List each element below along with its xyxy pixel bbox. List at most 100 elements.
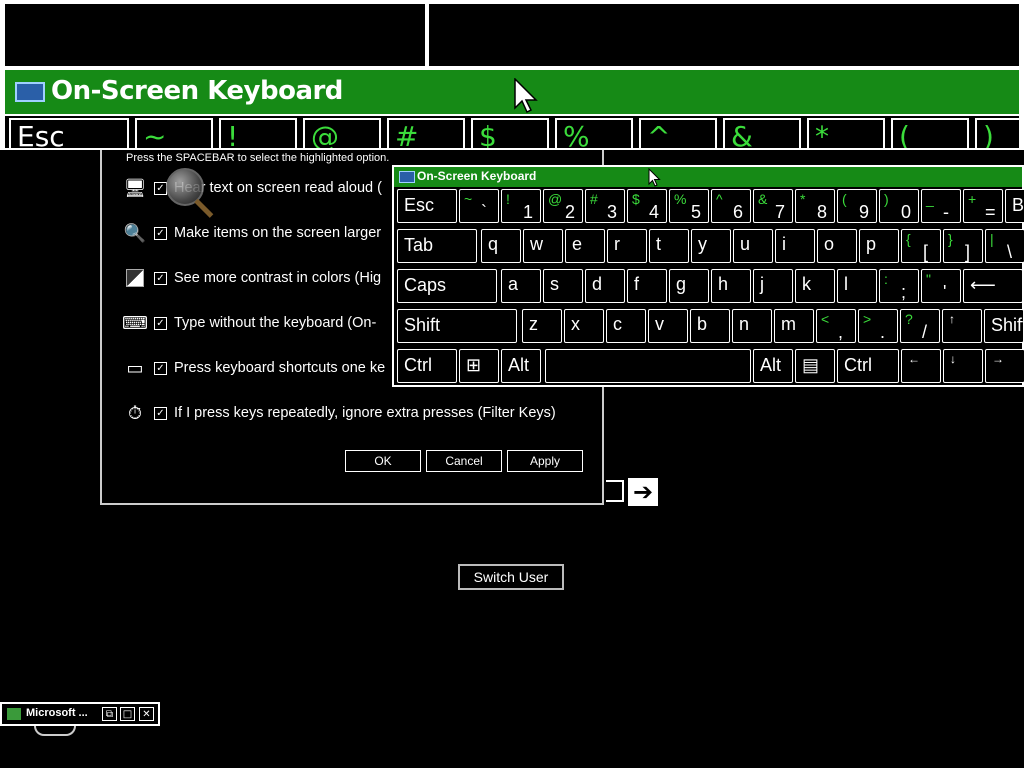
osk-key[interactable]: u (733, 229, 773, 263)
option-magnifier[interactable]: 🔍 ✓ Make items on the screen larger (122, 219, 381, 247)
narrator-icon: 🖥 (123, 177, 147, 199)
option-sticky-keys[interactable]: ▭ ✓ Press keyboard shortcuts one ke (122, 354, 385, 382)
password-field-edge[interactable] (606, 480, 624, 502)
osk-key[interactable]: r (607, 229, 647, 263)
osk-key[interactable]: % 5 (669, 189, 709, 223)
osk-key[interactable]: → (985, 349, 1024, 383)
osk-key[interactable]: j (753, 269, 793, 303)
mouse-pointer-icon (648, 168, 661, 187)
osk-key[interactable]: {[ (901, 229, 941, 263)
osk-key[interactable]: v (648, 309, 688, 343)
osk-key[interactable]: p (859, 229, 899, 263)
contrast-checkbox[interactable]: ✓ (154, 271, 167, 285)
osk-key[interactable]: ⊞ (459, 349, 499, 383)
key-label: - (943, 202, 949, 222)
osk-key[interactable]: * 8 (795, 189, 835, 223)
osk-key[interactable]: d (585, 269, 625, 303)
osk-key[interactable]: Esc (397, 189, 457, 223)
osk-key[interactable]: z (522, 309, 562, 343)
key-label: ⊞ (466, 355, 482, 375)
osk-key[interactable]: s (543, 269, 583, 303)
key-label: 2 (565, 202, 576, 222)
osk-key[interactable]: & 7 (753, 189, 793, 223)
cancel-button[interactable]: Cancel (426, 450, 502, 472)
osk-key[interactable]: e (565, 229, 605, 263)
osk-key[interactable]: Bk (1005, 189, 1024, 223)
osk-key[interactable]: + = (963, 189, 1003, 223)
osk-key[interactable]: x (564, 309, 604, 343)
osk-key[interactable]: ~ ` (459, 189, 499, 223)
osk-key[interactable]: m (774, 309, 814, 343)
restore-button[interactable]: ⧉ (102, 707, 117, 721)
osk-key[interactable]: n (732, 309, 772, 343)
osk-key[interactable]: ^ 6 (711, 189, 751, 223)
osk-key[interactable]: i (775, 229, 815, 263)
minimized-window[interactable]: Microsoft ... ⧉ □ ✕ (0, 702, 160, 726)
close-button[interactable]: ✕ (139, 707, 154, 721)
osk-key[interactable]: @2 (543, 189, 583, 223)
osk-key[interactable]: _ - (921, 189, 961, 223)
maximize-button[interactable]: □ (120, 707, 135, 721)
osk-key[interactable]: ! 1 (501, 189, 541, 223)
osk-key[interactable]: (9 (837, 189, 877, 223)
osk-key[interactable] (545, 349, 751, 383)
osk-titlebar[interactable]: On-Screen Keyboard (394, 167, 1022, 187)
option-high-contrast[interactable]: ✓ See more contrast in colors (Hig (122, 264, 381, 292)
osk-key[interactable]: b (690, 309, 730, 343)
key-label: 9 (859, 202, 870, 222)
osk-key[interactable]: Ctrl (397, 349, 457, 383)
osk-key[interactable]: g (669, 269, 709, 303)
osk-key[interactable]: Shift (984, 309, 1024, 343)
osk-key[interactable]: ▤ (795, 349, 835, 383)
key-label: Shift (404, 315, 441, 335)
key-label: o (824, 234, 835, 254)
osk-key[interactable]: ↓ (943, 349, 983, 383)
osk-key[interactable]: k (795, 269, 835, 303)
osk-key[interactable]: " ' (921, 269, 961, 303)
switch-user-button[interactable]: Switch User (458, 564, 564, 590)
osk-key[interactable]: Shift (397, 309, 517, 343)
sticky-keys-checkbox[interactable]: ✓ (154, 361, 167, 375)
osk-key[interactable]: ↑ (942, 309, 982, 343)
osk-key[interactable]: y (691, 229, 731, 263)
osk-key[interactable]: o (817, 229, 857, 263)
osk-key[interactable]: f (627, 269, 667, 303)
osk-key[interactable]: Alt (501, 349, 541, 383)
magnifier-checkbox[interactable]: ✓ (154, 226, 167, 240)
osk-key[interactable]: }] (943, 229, 983, 263)
option-narrator[interactable]: 🖥 ✓ Hear text on screen read aloud ( (122, 174, 382, 202)
osk-key[interactable]: ) 0 (879, 189, 919, 223)
ok-button[interactable]: OK (345, 450, 421, 472)
osk-key[interactable]: ⟵ (963, 269, 1023, 303)
osk-key[interactable]: <, (816, 309, 856, 343)
submit-arrow-button[interactable]: ➔ (628, 478, 658, 506)
osk-checkbox[interactable]: ✓ (154, 316, 167, 330)
osk-key[interactable]: ← (901, 349, 941, 383)
user-tile-edge (34, 726, 76, 736)
key-label: Alt (508, 355, 530, 375)
osk-key[interactable]: >. (858, 309, 898, 343)
osk-key[interactable]: t (649, 229, 689, 263)
osk-key[interactable]: Tab (397, 229, 477, 263)
filter-keys-checkbox[interactable]: ✓ (154, 406, 167, 420)
osk-key[interactable]: w (523, 229, 563, 263)
option-filter-keys[interactable]: ⏱ ✓ If I press keys repeatedly, ignore e… (122, 399, 556, 427)
option-on-screen-keyboard[interactable]: ⌨ ✓ Type without the keyboard (On- (122, 309, 376, 337)
key-label: s (550, 274, 559, 294)
key-label: ; (901, 282, 907, 302)
osk-key[interactable]: Ctrl (837, 349, 899, 383)
osk-key[interactable]: | \ (985, 229, 1024, 263)
osk-key[interactable]: a (501, 269, 541, 303)
osk-key[interactable]: :; (879, 269, 919, 303)
osk-key[interactable]: q (481, 229, 521, 263)
osk-key[interactable]: ? / (900, 309, 940, 343)
osk-key[interactable]: $4 (627, 189, 667, 223)
osk-key[interactable]: l (837, 269, 877, 303)
osk-key[interactable]: Caps (397, 269, 497, 303)
osk-key[interactable]: c (606, 309, 646, 343)
key-label: m (781, 314, 796, 334)
apply-button[interactable]: Apply (507, 450, 583, 472)
osk-key[interactable]: #3 (585, 189, 625, 223)
osk-key[interactable]: Alt (753, 349, 793, 383)
osk-key[interactable]: h (711, 269, 751, 303)
